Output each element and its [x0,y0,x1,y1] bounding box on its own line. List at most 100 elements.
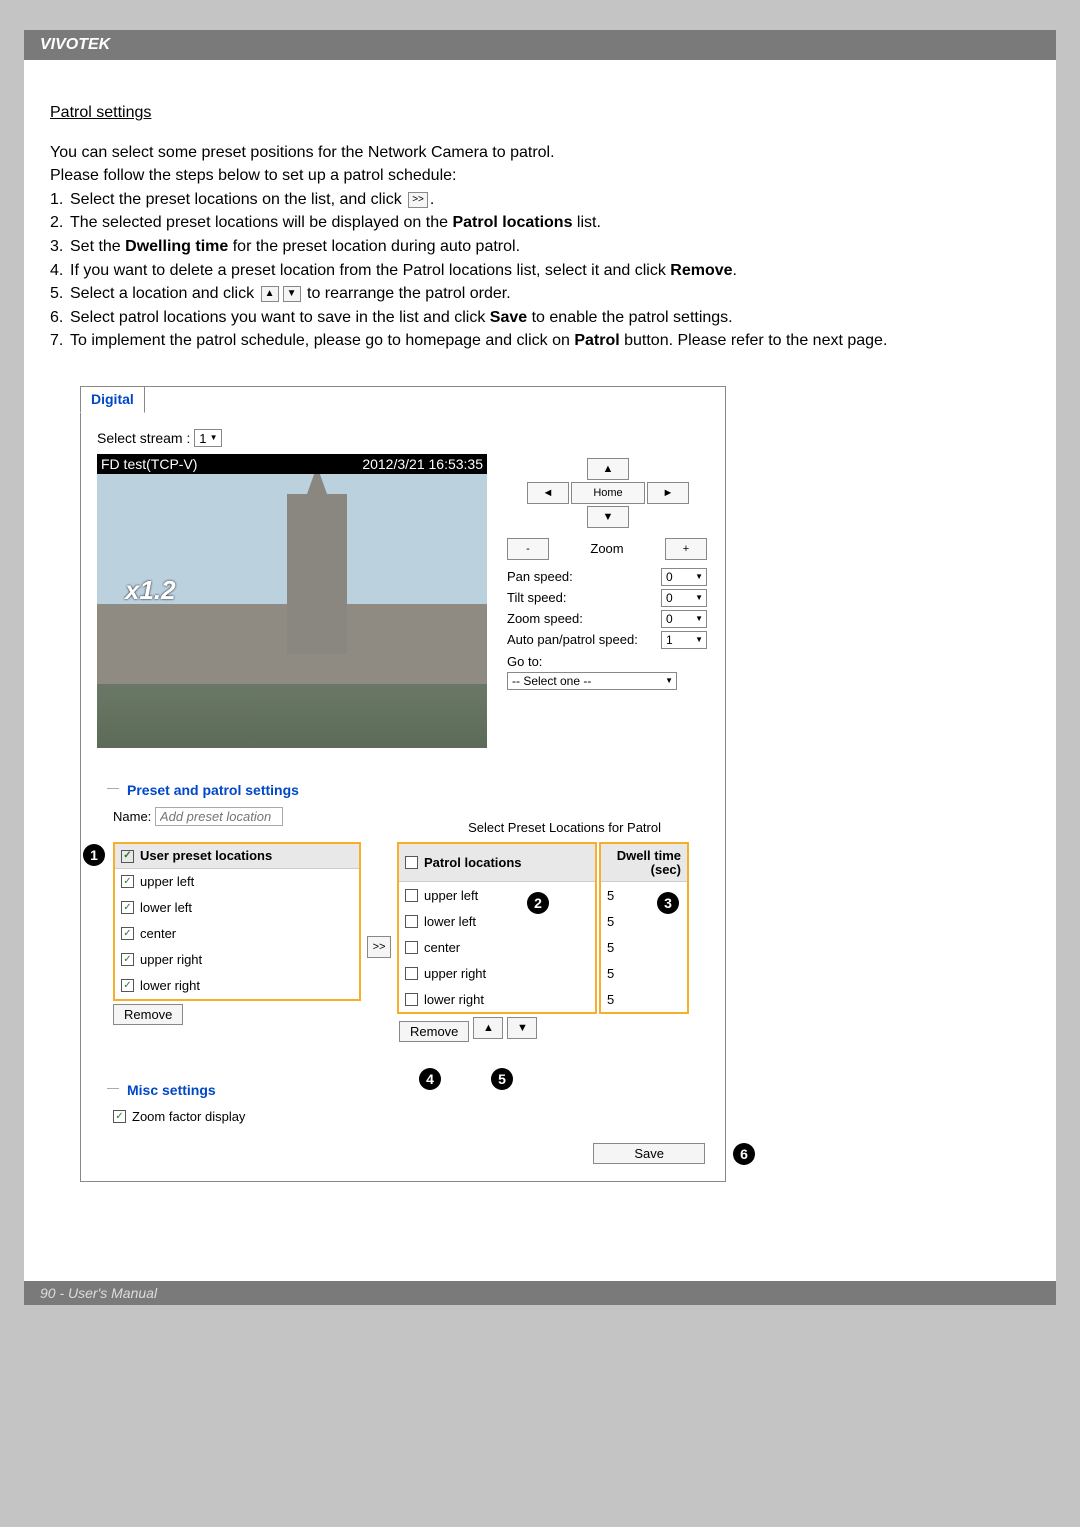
ptz-down-button[interactable]: ▼ [587,506,629,528]
checkbox-icon[interactable] [405,993,418,1006]
auto-speed-label: Auto pan/patrol speed: [507,631,638,649]
stream-label: Select stream : [97,430,190,446]
overlay-timestamp: 2012/3/21 16:53:35 [362,454,483,474]
zoom-label: Zoom [590,540,623,558]
content-area: Patrol settings You can select some pres… [24,60,1056,1202]
pan-speed-label: Pan speed: [507,568,573,586]
step-list: 1. Select the preset locations on the li… [50,189,1030,352]
list-item[interactable]: upper left [399,882,595,908]
step-number: 1. [50,189,70,211]
transfer-button[interactable]: >> [367,936,391,958]
settings-panel: Digital Select stream : 1 FD test(TCP-V)… [80,386,726,1182]
checkbox-icon[interactable]: ✓ [121,927,134,940]
zoom-factor-label: Zoom factor display [132,1108,245,1126]
dwell-cell[interactable]: 5 [601,934,687,960]
stream-selector-row: Select stream : 1 [97,429,709,448]
step-number: 2. [50,212,70,234]
section-title: Patrol settings [50,102,1030,124]
tilt-speed-label: Tilt speed: [507,589,567,607]
list-item[interactable]: center [399,934,595,960]
dwell-header: Dwell time [617,849,681,863]
ptz-controls: ▲ ◄ Home ► ▼ - Zoom + [507,454,709,748]
ptz-left-button[interactable]: ◄ [527,482,569,504]
manual-page: VIVOTEK Patrol settings You can select s… [24,30,1056,1290]
dwell-time-list: Dwell time(sec) 5 5 5 5 5 [599,842,689,1014]
tilt-speed-select[interactable]: 0 [661,589,707,607]
dwell-cell[interactable]: 5 [601,960,687,986]
checkbox-icon[interactable] [405,915,418,928]
remove-patrol-button[interactable]: Remove [399,1021,469,1042]
user-preset-list: ✓ User preset locations ✓upper left ✓lowe… [113,842,361,1001]
dwell-cell[interactable]: 5 [601,986,687,1012]
checkbox-icon[interactable]: ✓ [121,953,134,966]
preset-fieldset: Preset and patrol settings Name: Select … [95,780,711,1043]
checkbox-icon[interactable] [405,856,418,869]
list-item[interactable]: ✓upper left [115,869,359,895]
step-text: Select the preset locations on the list,… [70,189,1030,211]
step-text: If you want to delete a preset location … [70,260,1030,282]
ptz-right-button[interactable]: ► [647,482,689,504]
intro-text: You can select some preset positions for… [50,142,1030,187]
zoom-speed-select[interactable]: 0 [661,610,707,628]
preview-overlay: FD test(TCP-V) 2012/3/21 16:53:35 [97,454,487,474]
save-button[interactable]: Save [593,1143,705,1164]
patrol-header: Patrol locations [424,854,522,872]
ptz-home-button[interactable]: Home [571,482,645,504]
overlay-title: FD test(TCP-V) [101,454,197,474]
preset-name-input[interactable] [155,807,283,826]
misc-legend: Misc settings [123,1081,220,1100]
list-item[interactable]: upper right [399,960,595,986]
callout-6: 6 [733,1143,755,1165]
checkbox-icon[interactable] [405,889,418,902]
goto-select[interactable]: -- Select one -- [507,672,677,690]
callout-1: 1 [83,844,105,866]
stream-select[interactable]: 1 [194,429,221,447]
list-item[interactable]: lower right [399,986,595,1012]
step-text: The selected preset locations will be di… [70,212,1030,234]
move-up-button[interactable]: ▲ [473,1017,503,1039]
user-preset-header: User preset locations [140,847,272,865]
step-text: To implement the patrol schedule, please… [70,330,1030,352]
tab-digital[interactable]: Digital [80,386,145,413]
step-number: 3. [50,236,70,258]
checkbox-icon[interactable] [405,967,418,980]
zoom-factor-checkbox[interactable]: ✓ [113,1110,126,1123]
step-text: Select a location and click ▲▼ to rearra… [70,283,1030,305]
list-item[interactable]: ✓upper right [115,947,359,973]
zoom-out-button[interactable]: - [507,538,549,560]
checkbox-icon[interactable]: ✓ [121,875,134,888]
ptz-up-button[interactable]: ▲ [587,458,629,480]
intro-line: Please follow the steps below to set up … [50,165,1030,187]
zoom-speed-label: Zoom speed: [507,610,583,628]
zoom-in-button[interactable]: + [665,538,707,560]
remove-preset-button[interactable]: Remove [113,1004,183,1025]
checkbox-icon[interactable]: ✓ [121,901,134,914]
auto-speed-select[interactable]: 1 [661,631,707,649]
page-footer: 90 - User's Manual [24,1281,1056,1305]
checkbox-icon[interactable]: ✓ [121,850,134,863]
step-number: 5. [50,283,70,305]
name-label: Name: [113,809,151,824]
list-item[interactable]: ✓center [115,921,359,947]
down-icon: ▼ [283,286,301,302]
transfer-icon: >> [408,192,428,208]
header-brand: VIVOTEK [24,30,1056,60]
list-item[interactable]: ✓lower left [115,895,359,921]
step-number: 7. [50,330,70,352]
list-item[interactable]: ✓lower right [115,973,359,999]
zoom-factor-overlay: x1.2 [125,573,176,608]
pan-speed-select[interactable]: 0 [661,568,707,586]
misc-fieldset: Misc settings ✓ Zoom factor display [95,1080,711,1125]
move-down-button[interactable]: ▼ [507,1017,537,1039]
select-patrol-label: Select Preset Locations for Patrol [468,819,661,837]
dwell-header-unit: (sec) [651,863,681,877]
step-number: 4. [50,260,70,282]
dwell-cell[interactable]: 5 [601,908,687,934]
up-icon: ▲ [261,286,279,302]
checkbox-icon[interactable] [405,941,418,954]
checkbox-icon[interactable]: ✓ [121,979,134,992]
preset-lists: 1 ✓User preset locations ✓upper left ✓lo… [113,842,711,1042]
step-number: 6. [50,307,70,329]
list-item[interactable]: lower left [399,908,595,934]
patrol-locations-list: Patrol locations upper left lower left c… [397,842,597,1014]
